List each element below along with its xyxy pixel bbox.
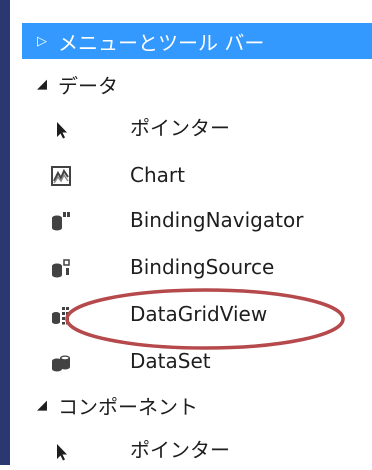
tool-item-data-grid-view[interactable]: DataGridView — [22, 294, 372, 334]
tool-item-pointer[interactable]: ポインター — [22, 108, 372, 148]
binding-navigator-icon — [50, 210, 72, 232]
tool-item-label: BindingNavigator — [130, 208, 304, 232]
group-label: コンポーネント — [58, 394, 198, 419]
tool-item-label: DataGridView — [130, 302, 268, 326]
tool-item-label: ポインター — [130, 116, 230, 140]
tool-item-binding-source[interactable]: BindingSource — [22, 247, 372, 287]
tool-item-pointer[interactable]: ポインター — [22, 430, 372, 470]
tool-item-chart[interactable]: Chart — [22, 155, 372, 195]
tool-item-label: ポインター — [130, 438, 230, 462]
expand-arrow-icon[interactable]: ▷ — [34, 34, 50, 49]
left-window-strip — [0, 0, 10, 465]
tool-item-dataset[interactable]: DataSet — [22, 341, 372, 381]
chart-icon — [50, 165, 72, 187]
tool-item-binding-navigator[interactable]: BindingNavigator — [22, 200, 372, 240]
left-gap — [10, 0, 22, 465]
pointer-icon — [50, 440, 72, 462]
collapse-arrow-icon[interactable]: ◢ — [34, 77, 50, 92]
collapse-arrow-icon[interactable]: ◢ — [34, 398, 50, 413]
group-menus-toolbars[interactable]: ▷ メニューとツール バー — [22, 23, 372, 59]
toolbox-panel: ▷ メニューとツール バー ◢ データ ポインター Chart BindingN… — [22, 0, 372, 465]
pointer-icon — [50, 118, 72, 140]
tool-item-label: DataSet — [130, 349, 211, 373]
group-components[interactable]: ◢ コンポーネント — [22, 387, 372, 423]
group-label: メニューとツール バー — [58, 30, 265, 55]
data-grid-view-icon — [50, 304, 72, 326]
tool-item-label: Chart — [130, 163, 185, 187]
group-data[interactable]: ◢ データ — [22, 66, 372, 102]
tool-item-label: BindingSource — [130, 255, 275, 279]
group-label: データ — [58, 73, 118, 98]
dataset-icon — [50, 351, 72, 373]
binding-source-icon — [50, 257, 72, 279]
